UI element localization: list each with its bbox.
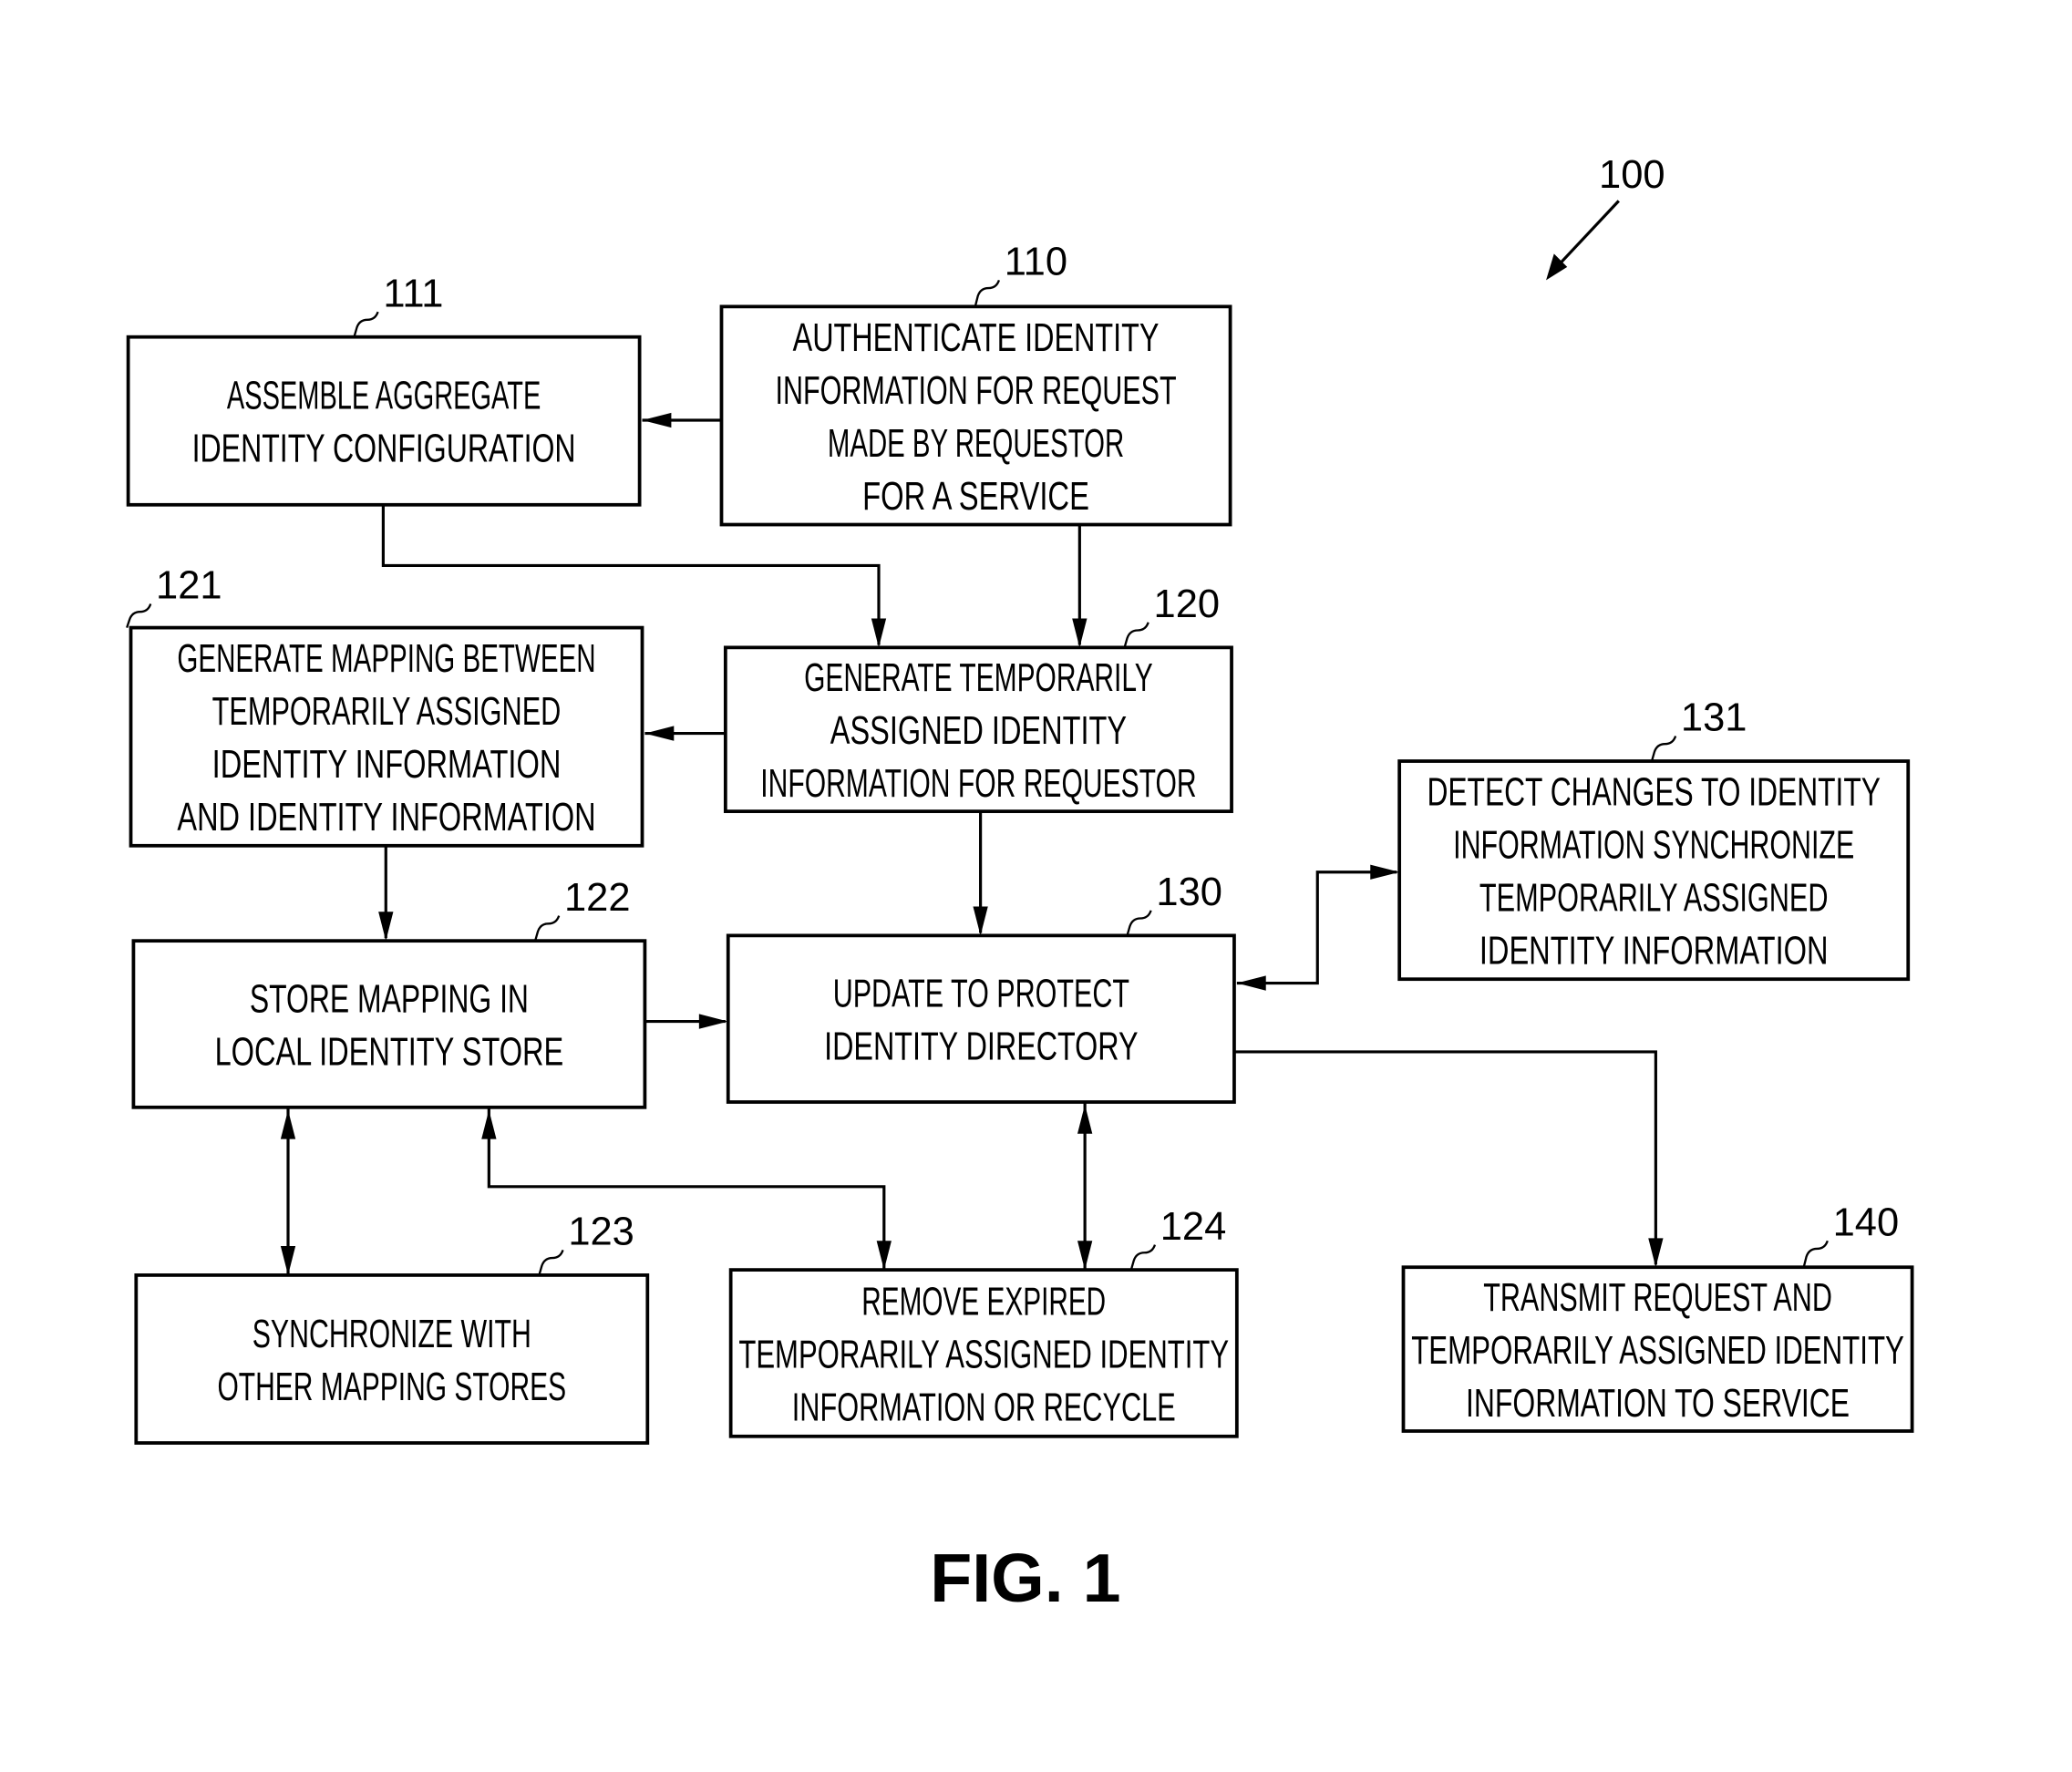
- box-text-line: INFORMATION FOR REQUESTOR: [760, 762, 1196, 806]
- arrowhead-122-b: [280, 1109, 296, 1139]
- box-text-line: UPDATE TO PROTECT: [833, 973, 1129, 1016]
- arrowhead-130-a: [973, 906, 988, 936]
- box-text-line: AND IDENTITY INFORMATION: [177, 796, 595, 840]
- process-box-122: STORE MAPPING IN LOCAL IDENTITY STORE 122: [131, 876, 647, 1109]
- process-box-123: SYNCHRONIZE WITH OTHER MAPPING STORES 123: [134, 1211, 650, 1445]
- arrowhead-124-b: [1077, 1241, 1093, 1271]
- box-text-line: TEMPORARILY ASSIGNED: [1479, 877, 1829, 921]
- box-text-line: STORE MAPPING IN: [250, 977, 529, 1021]
- box-text-line: IDENTITY CONFIGURATION: [192, 428, 576, 471]
- arrowhead-120-a: [871, 618, 887, 648]
- box-text-line: OTHER MAPPING STORES: [217, 1365, 566, 1409]
- box-text-line: TRANSMIT REQUEST AND: [1483, 1276, 1832, 1320]
- arrowhead-130-c: [1236, 975, 1266, 991]
- arrowhead-111: [642, 412, 672, 428]
- edge-130-131: [1236, 871, 1397, 985]
- box-text-line: TEMPORARILY ASSIGNED IDENTITY: [738, 1333, 1229, 1376]
- ref-label-140: 140: [1833, 1200, 1900, 1244]
- ref-label-124: 124: [1160, 1205, 1227, 1249]
- arrowhead-130-b: [698, 1014, 728, 1029]
- ref-label-122: 122: [564, 876, 631, 920]
- ref-label-111: 111: [383, 272, 443, 315]
- process-box-120: GENERATE TEMPORARILY ASSIGNED IDENTITY INF…: [723, 582, 1233, 813]
- box-frame: [726, 933, 1236, 1104]
- box-text-line: INFORMATION OR RECYCLE: [792, 1386, 1176, 1429]
- box-text-line: ASSIGNED IDENTITY: [830, 709, 1127, 753]
- box-text-line: INFORMATION TO SERVICE: [1466, 1382, 1850, 1426]
- box-text-line: GENERATE MAPPING BETWEEN: [177, 637, 595, 681]
- box-text-line: IDENTITY DIRECTORY: [824, 1025, 1138, 1069]
- process-box-131: DETECT CHANGES TO IDENTITY INFORMATION SY…: [1397, 696, 1911, 982]
- ref-label-100: 100: [1599, 153, 1665, 197]
- arrowhead-130-d: [1077, 1104, 1093, 1134]
- ref-label-131: 131: [1681, 696, 1747, 740]
- ref-leader-130: [1126, 910, 1152, 936]
- process-box-140: TRANSMIT REQUEST AND TEMPORARILY ASSIGNED…: [1401, 1200, 1914, 1433]
- ref-label-123: 123: [568, 1211, 634, 1254]
- flowchart-diagram: 100 ASSEMBLE AGGREGATE IDENTITY CONFIGURA…: [126, 153, 1914, 1616]
- arrowhead-123: [280, 1246, 296, 1275]
- box-text-line: INFORMATION SYNCHRONIZE: [1453, 824, 1854, 868]
- box-text-line: ASSEMBLE AGGREGATE: [227, 375, 541, 418]
- box-text-line: IDENTITY INFORMATION: [1479, 930, 1829, 974]
- ref-label-121: 121: [156, 564, 222, 608]
- box-text-line: GENERATE TEMPORARILY: [804, 656, 1153, 700]
- arrowhead-122: [378, 912, 394, 942]
- box-text-line: DETECT CHANGES TO IDENTITY: [1427, 771, 1881, 815]
- process-box-110: AUTHENTICATE IDENTITY INFORMATION FOR REQ…: [719, 241, 1232, 527]
- box-text-line: FOR A SERVICE: [862, 475, 1089, 519]
- arrowhead-121: [644, 726, 675, 741]
- box-text-line: MADE BY REQUESTOR: [828, 422, 1124, 466]
- ref-leader-124: [1129, 1244, 1157, 1271]
- ref-leader-140: [1802, 1240, 1829, 1268]
- ref-leader-121: [126, 603, 152, 628]
- ref-leader-111: [353, 311, 379, 338]
- ref-label-130: 130: [1156, 871, 1222, 914]
- process-box-111: ASSEMBLE AGGREGATE IDENTITY CONFIGURATION…: [126, 272, 642, 507]
- ref-leader-110: [974, 279, 1001, 307]
- box-text-line: AUTHENTICATE IDENTITY: [793, 316, 1160, 360]
- arrowhead-124-a: [876, 1241, 892, 1271]
- process-box-124: REMOVE EXPIRED TEMPORARILY ASSIGNED IDENT…: [728, 1205, 1239, 1438]
- ref-leader-131: [1650, 736, 1677, 762]
- arrowhead-120-b: [1072, 618, 1088, 648]
- arrowhead-140: [1648, 1238, 1664, 1268]
- arrowhead-131: [1370, 864, 1400, 880]
- box-text-line: IDENTITY INFORMATION: [212, 743, 562, 787]
- box-frame: [126, 335, 642, 507]
- ref-leader-122: [533, 915, 561, 942]
- ref-pointer-100: [1558, 200, 1620, 266]
- edge-122-124: [487, 1107, 886, 1271]
- ref-label-120: 120: [1154, 582, 1221, 626]
- box-text-line: TEMPORARILY ASSIGNED: [212, 690, 562, 734]
- box-text-line: LOCAL IDENTITY STORE: [215, 1030, 564, 1074]
- ref-leader-120: [1123, 622, 1149, 648]
- box-text-line: SYNCHRONIZE WITH: [253, 1313, 531, 1356]
- box-text-line: INFORMATION FOR REQUEST: [775, 369, 1176, 413]
- figure-label: FIG. 1: [930, 1540, 1120, 1616]
- box-text-line: TEMPORARILY ASSIGNED IDENTITY: [1411, 1329, 1904, 1373]
- edge-130-to-140: [1233, 1050, 1657, 1265]
- process-box-121: GENERATE MAPPING BETWEEN TEMPORARILY ASSI…: [126, 564, 644, 848]
- ref-leader-123: [538, 1249, 564, 1276]
- ref-label-110: 110: [1005, 241, 1067, 284]
- box-frame: [134, 1273, 650, 1445]
- box-frame: [131, 939, 647, 1109]
- box-text-line: REMOVE EXPIRED: [861, 1280, 1106, 1324]
- arrowhead-122-c: [481, 1109, 497, 1139]
